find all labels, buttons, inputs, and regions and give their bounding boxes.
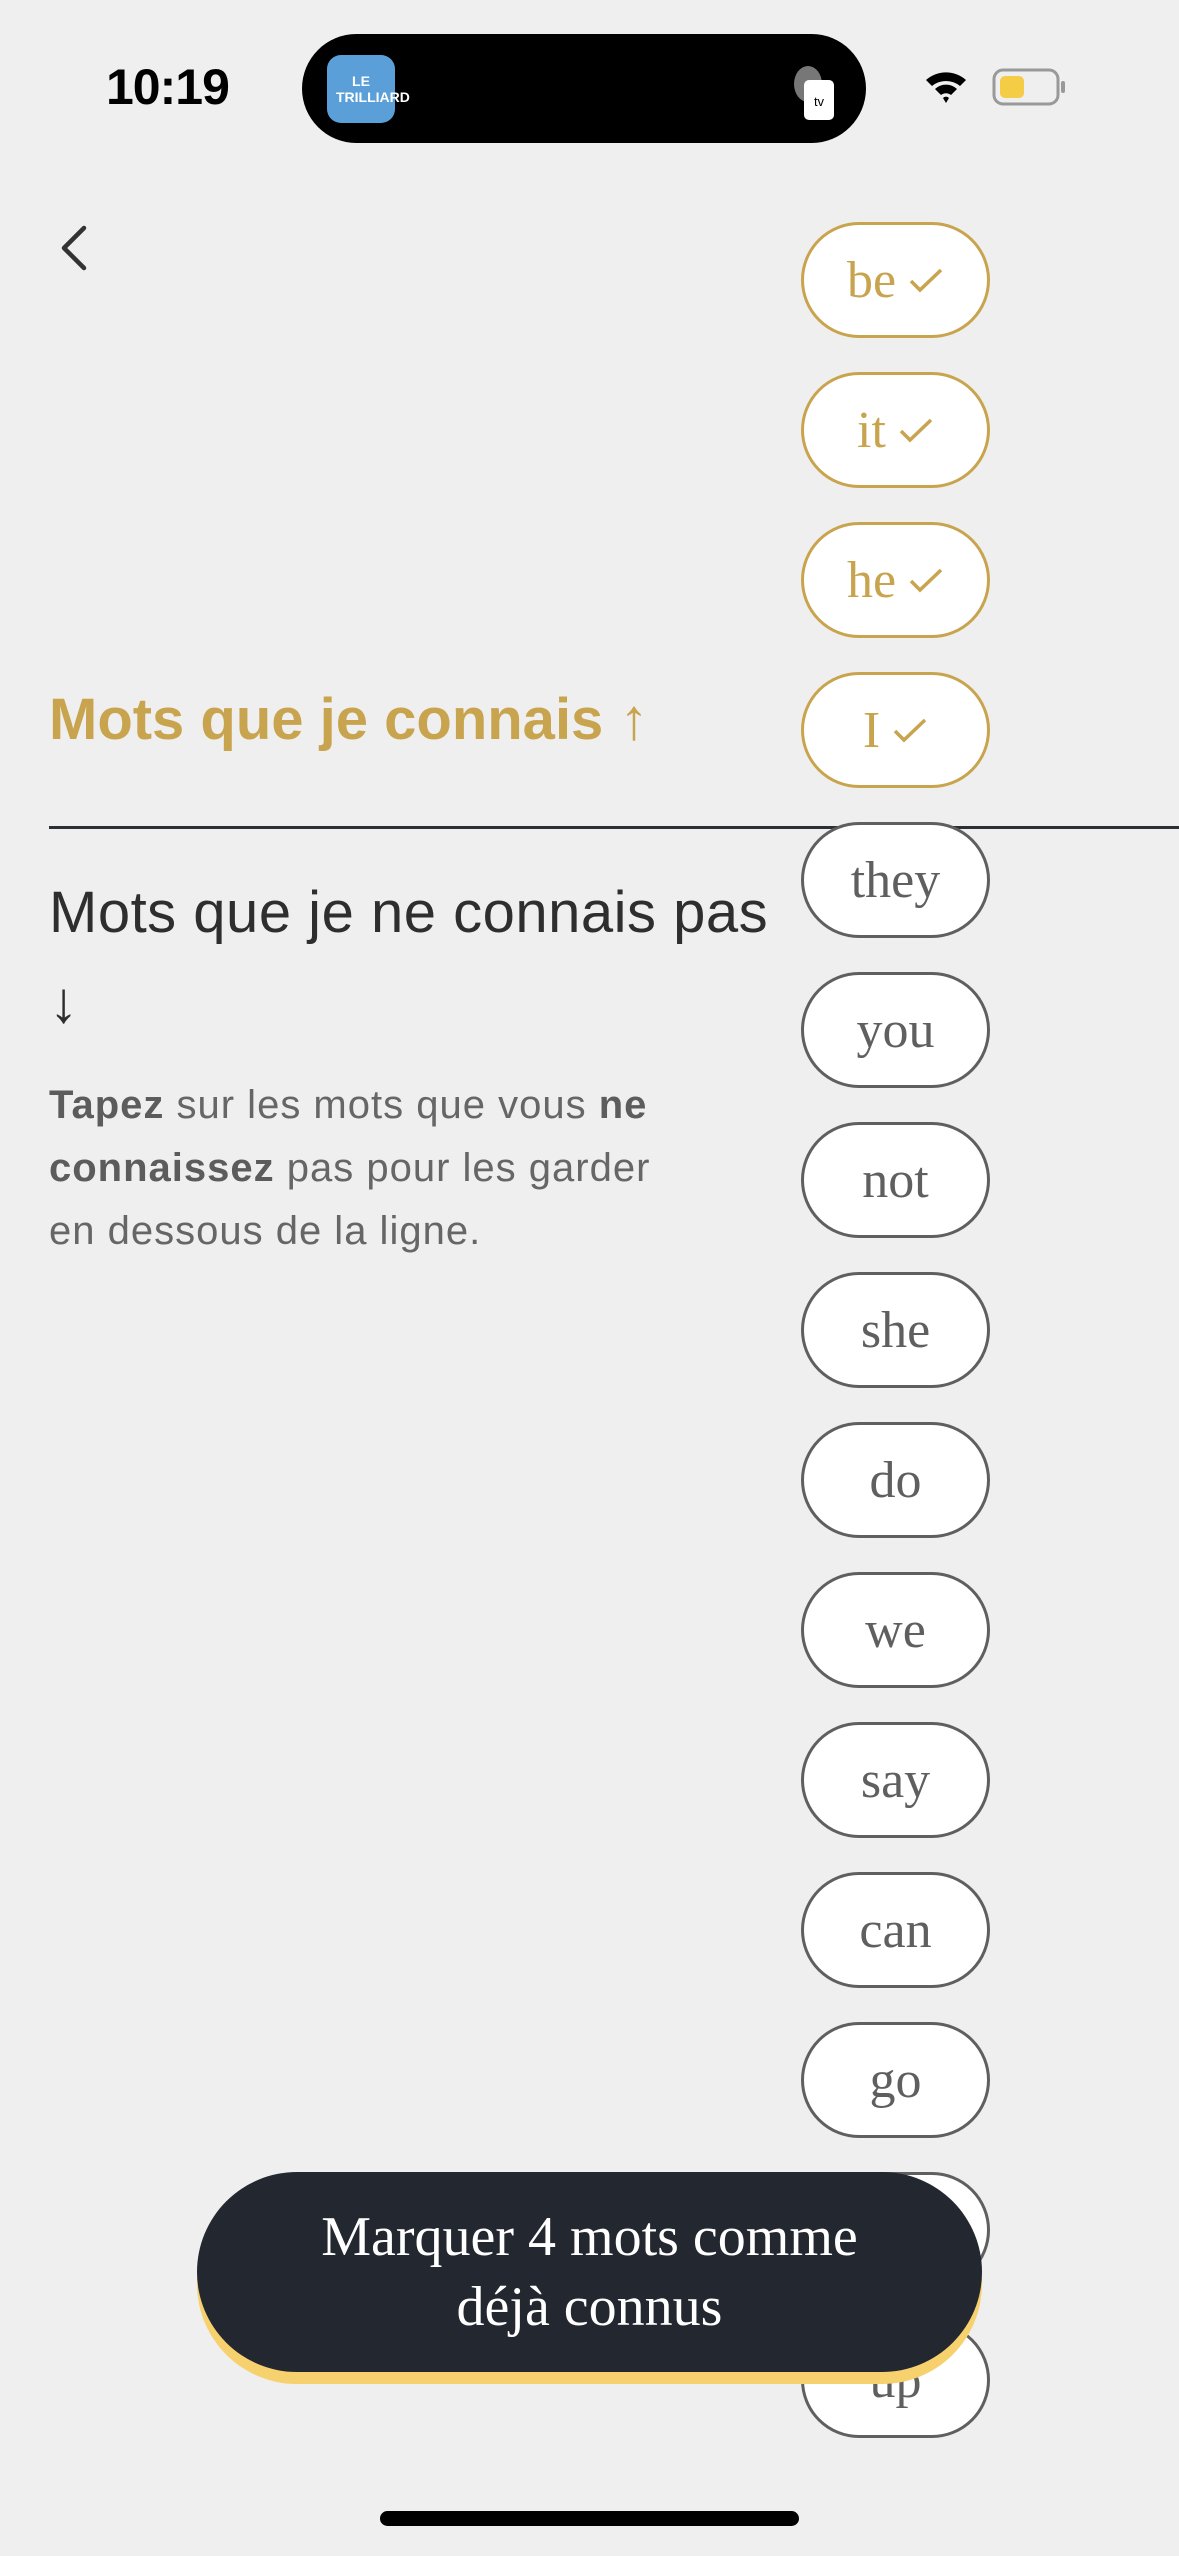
mark-known-label-line1: Marquer 4 mots comme xyxy=(321,2206,858,2268)
word-pill-label: she xyxy=(860,1301,931,1359)
status-time: 10:19 xyxy=(106,59,230,115)
instr-bold: connaissez xyxy=(49,1146,275,1190)
word-pill-label: they xyxy=(850,851,941,909)
divider-line xyxy=(49,826,1179,829)
word-pill[interactable]: not xyxy=(801,1122,990,1238)
word-pill[interactable]: you xyxy=(801,972,990,1088)
word-pill[interactable]: be xyxy=(801,222,990,338)
svg-text:tv: tv xyxy=(814,94,825,109)
word-pill[interactable]: can xyxy=(801,1872,990,1988)
word-pill[interactable]: we xyxy=(801,1572,990,1688)
instr-text: en dessous de la ligne. xyxy=(49,1209,482,1253)
word-pill[interactable]: say xyxy=(801,1722,990,1838)
apple-tv-icon: tv xyxy=(794,66,834,120)
word-pill-label: he xyxy=(846,551,897,609)
wifi-icon xyxy=(926,72,966,103)
word-pill-label: be xyxy=(846,251,897,309)
instr-text: pas pour les garder xyxy=(274,1146,651,1190)
word-pill-label: can xyxy=(859,1901,932,1959)
mark-known-button[interactable]: Marquer 4 mots comme déjà connus xyxy=(197,2172,982,2372)
battery-icon xyxy=(992,68,1065,106)
app-logo-icon: LE TRILLIARD xyxy=(327,55,410,123)
word-pill[interactable]: it xyxy=(801,372,990,488)
instr-bold: Tapez xyxy=(49,1083,165,1127)
word-pill-label: I xyxy=(862,701,881,759)
word-pill-label: go xyxy=(869,2051,922,2109)
checkmark-icon xyxy=(909,268,943,293)
word-pill[interactable]: go xyxy=(801,2022,990,2138)
checkmark-icon xyxy=(899,418,933,443)
instr-bold: ne xyxy=(598,1083,648,1127)
app-logo-text: LE TRILLIARD xyxy=(336,73,410,105)
checkmark-icon xyxy=(893,718,927,743)
word-pill[interactable]: they xyxy=(801,822,990,938)
word-pill-label: you xyxy=(856,1001,935,1059)
known-words-heading: Mots que je connais ↑ xyxy=(49,687,649,752)
word-pill-label: we xyxy=(865,1601,926,1659)
word-pill[interactable]: she xyxy=(801,1272,990,1388)
unknown-words-heading: Mots que je ne connais pas ↓ xyxy=(49,880,769,1035)
word-pill[interactable]: do xyxy=(801,1422,990,1538)
word-pill[interactable]: he xyxy=(801,522,990,638)
word-pill-label: say xyxy=(860,1751,931,1809)
instructions-text: Tapez sur les mots que vous ne connaisse… xyxy=(49,1074,789,1263)
instr-text: sur les mots que vous xyxy=(164,1083,599,1127)
word-pill[interactable]: I xyxy=(801,672,990,788)
mark-known-label-line2: déjà connus xyxy=(456,2276,723,2338)
word-pill-label: it xyxy=(857,401,886,459)
word-pill-label: not xyxy=(862,1151,929,1209)
checkmark-icon xyxy=(909,568,943,593)
home-indicator[interactable] xyxy=(380,2511,799,2526)
back-chevron-icon[interactable] xyxy=(56,222,96,274)
word-pill-label: do xyxy=(869,1451,922,1509)
